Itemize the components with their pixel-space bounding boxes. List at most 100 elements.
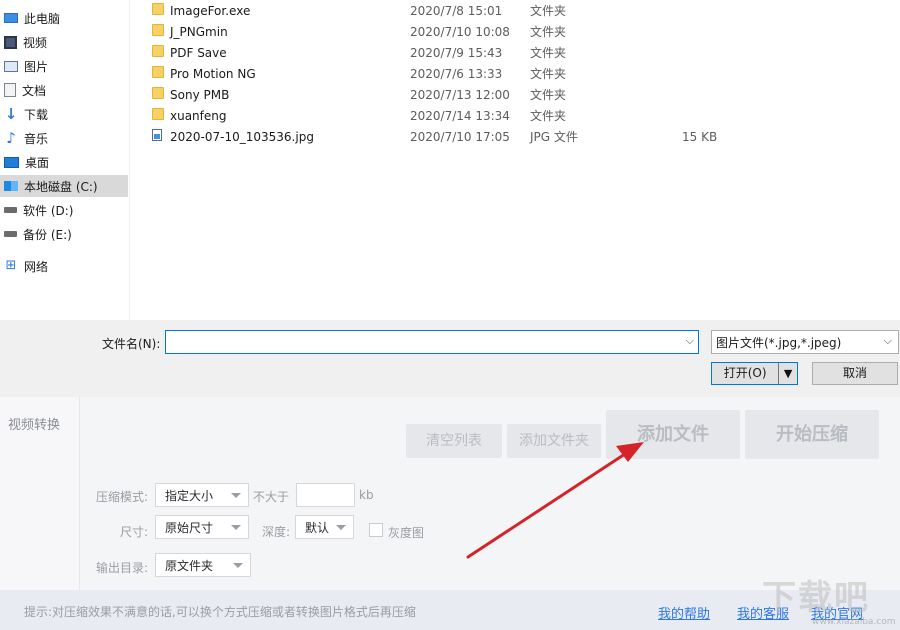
filetype-value: 图片文件(*.jpg,*.jpeg) xyxy=(716,335,842,350)
help-link[interactable]: 我的帮助 xyxy=(658,603,710,622)
nav-item-drive-d[interactable]: 软件 (D:) xyxy=(0,199,128,221)
compress-mode-label: 压缩模式: xyxy=(96,490,149,504)
nav-item-documents[interactable]: 文档 xyxy=(0,79,128,101)
nav-item-label: 备份 (E:) xyxy=(23,227,72,242)
sidebar-item-video-convert[interactable]: 视频转换 xyxy=(8,414,60,433)
kb-unit-label: kb xyxy=(359,488,374,502)
nav-item-label: 此电脑 xyxy=(24,11,61,26)
start-compress-button[interactable]: 开始压缩 xyxy=(745,410,879,459)
folder-icon xyxy=(152,3,164,15)
file-row[interactable]: 2020-07-10_103536.jpg 2020/7/10 17:05 JP… xyxy=(151,126,891,147)
file-row[interactable]: ImageFor.exe 2020/7/8 15:01 文件夹 xyxy=(151,0,891,21)
pictures-folder-icon xyxy=(4,60,18,72)
caret-down-icon xyxy=(231,493,241,498)
file-size: 15 KB xyxy=(682,129,718,144)
nav-item-label: 图片 xyxy=(24,59,49,74)
caret-down-icon xyxy=(231,525,241,530)
file-name: xuanfeng xyxy=(170,108,227,123)
nav-item-music[interactable]: ♪ 音乐 xyxy=(0,127,128,149)
filetype-select[interactable]: 图片文件(*.jpg,*.jpeg) ⌵ xyxy=(711,330,899,354)
file-date: 2020/7/9 15:43 xyxy=(410,45,503,60)
chevron-down-icon[interactable]: ⌵ xyxy=(884,334,892,348)
depth-label: 深度: xyxy=(262,525,291,539)
nav-item-label: 视频 xyxy=(23,35,48,50)
tip-text: 提示:对压缩效果不满意的话,可以换个方式压缩或者转换图片格式后再压缩 xyxy=(24,605,416,619)
file-type: JPG 文件 xyxy=(530,130,578,144)
output-dir-label: 输出目录: xyxy=(96,561,149,575)
file-name: Pro Motion NG xyxy=(170,66,256,81)
folder-icon xyxy=(152,24,164,36)
file-type: 文件夹 xyxy=(530,46,567,60)
video-folder-icon xyxy=(4,35,17,49)
file-date: 2020/7/10 10:08 xyxy=(410,24,510,39)
caret-down-icon xyxy=(336,525,346,530)
nav-item-drive-e[interactable]: 备份 (E:) xyxy=(0,223,128,245)
app-sidebar: 视频转换 xyxy=(0,397,80,590)
nav-item-pictures[interactable]: 图片 xyxy=(0,55,128,77)
depth-value: 默认 xyxy=(305,520,330,535)
nav-item-label: 网络 xyxy=(24,259,49,274)
depth-select[interactable]: 默认 xyxy=(295,515,354,539)
computer-icon xyxy=(4,13,18,23)
folder-icon xyxy=(152,108,164,120)
split-dropdown-icon[interactable]: ▼ xyxy=(779,367,797,380)
grayscale-checkbox[interactable] xyxy=(369,523,383,537)
drive-icon xyxy=(4,231,17,237)
nav-item-label: 本地磁盘 (C:) xyxy=(24,179,98,194)
dimension-label: 尺寸: xyxy=(120,525,149,539)
output-dir-value: 原文件夹 xyxy=(165,558,214,573)
nav-item-downloads[interactable]: ↓ 下载 xyxy=(0,103,128,125)
file-row[interactable]: Pro Motion NG 2020/7/6 13:33 文件夹 xyxy=(151,63,891,84)
file-row[interactable]: PDF Save 2020/7/9 15:43 文件夹 xyxy=(151,42,891,63)
file-date: 2020/7/8 15:01 xyxy=(410,3,503,18)
dimension-value: 原始尺寸 xyxy=(165,520,214,535)
add-folder-button[interactable]: 添加文件夹 xyxy=(507,424,601,458)
file-row[interactable]: xuanfeng 2020/7/14 13:34 文件夹 xyxy=(151,105,891,126)
file-name: Sony PMB xyxy=(170,87,230,102)
open-button-label[interactable]: 打开(O) xyxy=(712,363,780,384)
cancel-button[interactable]: 取消 xyxy=(812,362,898,385)
open-button[interactable]: 打开(O) ▼ xyxy=(711,362,798,385)
nav-item-videos[interactable]: 视频 xyxy=(0,31,128,53)
filename-label: 文件名(N): xyxy=(102,337,161,351)
file-name: ImageFor.exe xyxy=(170,3,251,18)
file-row[interactable]: J_PNGmin 2020/7/10 10:08 文件夹 xyxy=(151,21,891,42)
windows-drive-icon xyxy=(4,181,18,191)
nav-item-network[interactable]: ⊞ 网络 xyxy=(0,255,128,277)
max-size-input[interactable] xyxy=(296,483,355,507)
add-file-button[interactable]: 添加文件 xyxy=(606,410,740,459)
nav-item-label: 软件 (D:) xyxy=(23,203,74,218)
grayscale-label: 灰度图 xyxy=(388,526,425,540)
nav-item-label: 文档 xyxy=(22,83,47,98)
file-date: 2020/7/6 13:33 xyxy=(410,66,503,81)
file-date: 2020/7/13 12:00 xyxy=(410,87,510,102)
chevron-down-icon[interactable]: ⌵ xyxy=(686,334,694,348)
file-type: 文件夹 xyxy=(530,25,567,39)
file-row[interactable]: Sony PMB 2020/7/13 12:00 文件夹 xyxy=(151,84,891,105)
output-dir-select[interactable]: 原文件夹 xyxy=(155,553,251,577)
drive-icon xyxy=(4,207,17,213)
nav-item-label: 音乐 xyxy=(24,131,49,146)
file-type: 文件夹 xyxy=(530,67,567,81)
music-note-icon: ♪ xyxy=(6,129,16,147)
nav-item-this-pc[interactable]: 此电脑 xyxy=(0,7,128,29)
documents-folder-icon xyxy=(4,83,16,97)
watermark-url: www.xiazaiba.com xyxy=(812,617,896,627)
nav-item-desktop[interactable]: 桌面 xyxy=(0,151,128,173)
file-date: 2020/7/14 13:34 xyxy=(410,108,510,123)
clear-list-button[interactable]: 清空列表 xyxy=(406,424,502,458)
dialog-bottom-bar: 文件名(N): ⌵ 图片文件(*.jpg,*.jpeg) ⌵ 打开(O) ▼ 取… xyxy=(0,320,900,397)
file-list: ImageFor.exe 2020/7/8 15:01 文件夹 J_PNGmin… xyxy=(131,0,900,320)
dimension-select[interactable]: 原始尺寸 xyxy=(155,515,249,539)
filename-combobox[interactable]: ⌵ xyxy=(165,330,699,354)
folder-icon xyxy=(152,66,164,78)
nav-item-label: 下载 xyxy=(24,107,49,122)
watermark-logo: 下载吧 xyxy=(762,578,870,618)
folder-icon xyxy=(152,45,164,57)
file-date: 2020/7/10 17:05 xyxy=(410,129,510,144)
file-name: J_PNGmin xyxy=(170,24,228,39)
file-name: PDF Save xyxy=(170,45,227,60)
nav-item-drive-c[interactable]: 本地磁盘 (C:) xyxy=(0,175,128,197)
compress-mode-select[interactable]: 指定大小 xyxy=(155,483,249,507)
folder-icon xyxy=(152,87,164,99)
